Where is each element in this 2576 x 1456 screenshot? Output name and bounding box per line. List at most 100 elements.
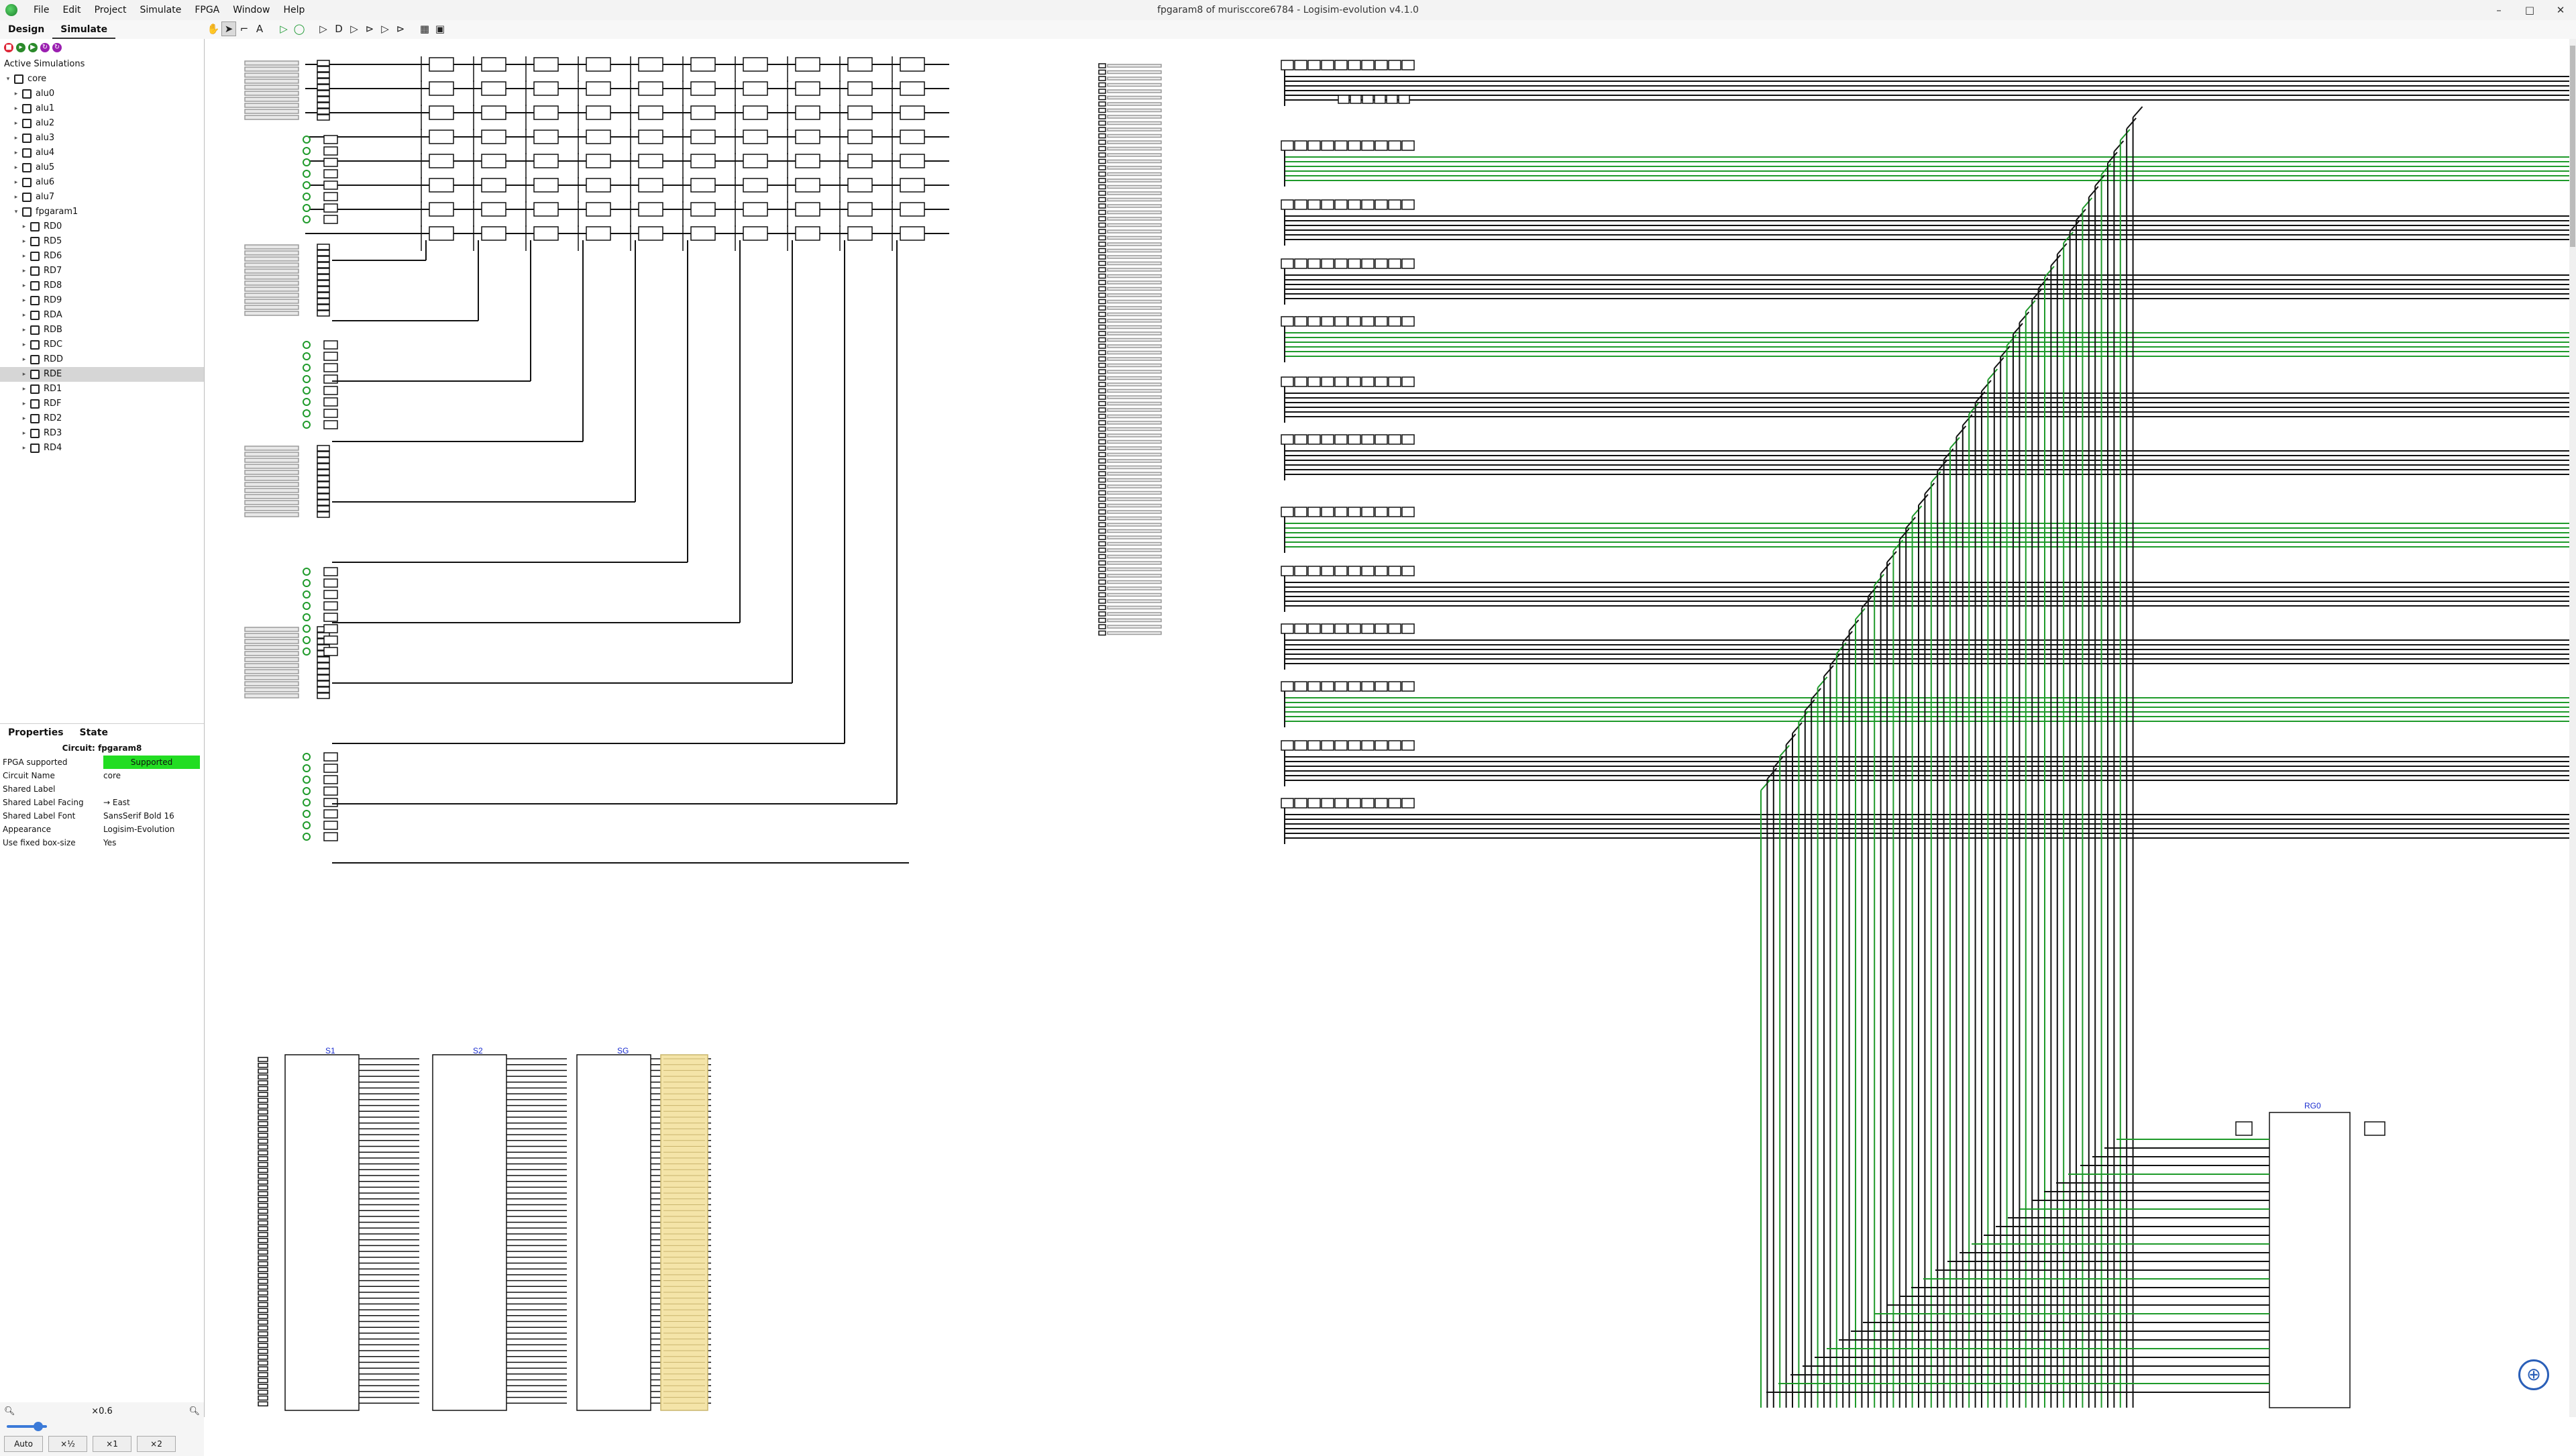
tab-state[interactable]: State: [72, 724, 116, 741]
tree-item-rd8[interactable]: ▸ RD8: [0, 278, 204, 293]
expand-right-icon[interactable]: ▸: [20, 337, 28, 352]
expand-right-icon[interactable]: ▸: [20, 293, 28, 308]
text-tool-icon[interactable]: A: [253, 22, 266, 36]
expand-right-icon[interactable]: ▸: [20, 323, 28, 337]
tree-item-rd1[interactable]: ▸ RD1: [0, 382, 204, 397]
zoom-two-button[interactable]: ×2: [137, 1436, 176, 1452]
expand-right-icon[interactable]: ▸: [12, 190, 20, 205]
tree-item-rd2[interactable]: ▸ RD2: [0, 411, 204, 426]
tree-item-rdd[interactable]: ▸ RDD: [0, 352, 204, 367]
tab-simulate[interactable]: Simulate: [52, 20, 116, 39]
minimize-button[interactable]: –: [2483, 0, 2514, 20]
tree-item-core[interactable]: ▾ core: [0, 72, 204, 87]
property-row[interactable]: Shared Label Facing → East: [0, 796, 204, 809]
expand-right-icon[interactable]: ▸: [12, 131, 20, 146]
expand-right-icon[interactable]: ▸: [12, 116, 20, 131]
expand-right-icon[interactable]: ▸: [20, 249, 28, 264]
step-simulation-icon[interactable]: ▸: [16, 43, 25, 52]
circuit-layout-icon[interactable]: ▣: [433, 22, 447, 36]
menu-project[interactable]: Project: [88, 0, 133, 20]
menu-window[interactable]: Window: [226, 0, 276, 20]
menu-file[interactable]: File: [27, 0, 56, 20]
expand-right-icon[interactable]: ▸: [20, 441, 28, 456]
property-row[interactable]: Shared Label: [0, 782, 204, 796]
menu-fpga[interactable]: FPGA: [188, 0, 226, 20]
hand-tool-icon[interactable]: ✋: [207, 22, 220, 36]
zoom-in-icon[interactable]: 🔍︎: [189, 1406, 200, 1416]
expand-right-icon[interactable]: ▸: [20, 397, 28, 411]
property-row[interactable]: Appearance Logisim-Evolution: [0, 823, 204, 836]
tree-item-rda[interactable]: ▸ RDA: [0, 308, 204, 323]
expand-down-icon[interactable]: ▾: [4, 72, 12, 87]
tree-item-alu2[interactable]: ▸ alu2: [0, 116, 204, 131]
tree-item-rdc[interactable]: ▸ RDC: [0, 337, 204, 352]
expand-right-icon[interactable]: ▸: [20, 219, 28, 234]
property-row[interactable]: Shared Label Font SansSerif Bold 16: [0, 809, 204, 823]
expand-right-icon[interactable]: ▸: [20, 308, 28, 323]
and-gate-icon[interactable]: D: [332, 22, 345, 36]
vertical-scrollbar[interactable]: [2569, 39, 2576, 1417]
property-row[interactable]: Circuit Name core: [0, 769, 204, 782]
expand-right-icon[interactable]: ▸: [12, 146, 20, 160]
tree-item-alu7[interactable]: ▸ alu7: [0, 190, 204, 205]
tree-item-rd0[interactable]: ▸ RD0: [0, 219, 204, 234]
tree-item-rdf[interactable]: ▸ RDF: [0, 397, 204, 411]
nand-gate-icon[interactable]: ▷: [378, 22, 392, 36]
property-row[interactable]: Use fixed box-size Yes: [0, 836, 204, 849]
output-pin-icon[interactable]: ◯: [292, 22, 306, 36]
tree-item-rd5[interactable]: ▸ RD5: [0, 234, 204, 249]
tree-item-alu1[interactable]: ▸ alu1: [0, 101, 204, 116]
nor-gate-icon[interactable]: ⊳: [394, 22, 407, 36]
tree-item-alu5[interactable]: ▸ alu5: [0, 160, 204, 175]
tree-item-rd6[interactable]: ▸ RD6: [0, 249, 204, 264]
circuit-canvas[interactable]: RG0 S1 S2 SG ⊕: [205, 39, 2576, 1417]
expand-right-icon[interactable]: ▸: [20, 426, 28, 441]
close-button[interactable]: ✕: [2545, 0, 2576, 20]
tab-properties[interactable]: Properties: [0, 724, 72, 741]
tree-item-rde[interactable]: ▸ RDE: [0, 367, 204, 382]
expand-right-icon[interactable]: ▸: [20, 367, 28, 382]
not-gate-icon[interactable]: ▷: [317, 22, 330, 36]
expand-down-icon[interactable]: ▾: [12, 205, 20, 219]
tree-item-alu4[interactable]: ▸ alu4: [0, 146, 204, 160]
circuit-drawing[interactable]: RG0 S1 S2 SG: [205, 39, 2576, 1417]
expand-right-icon[interactable]: ▸: [20, 382, 28, 397]
menu-simulate[interactable]: Simulate: [133, 0, 188, 20]
menu-edit[interactable]: Edit: [56, 0, 87, 20]
tree-item-rd4[interactable]: ▸ RD4: [0, 441, 204, 456]
vertical-scrollbar-thumb[interactable]: [2570, 46, 2575, 247]
zoom-half-button[interactable]: ×½: [48, 1436, 87, 1452]
xor-gate-icon[interactable]: ⊳: [363, 22, 376, 36]
tree-item-alu6[interactable]: ▸ alu6: [0, 175, 204, 190]
tick-enable-icon[interactable]: ↻: [52, 43, 62, 52]
tick-once-icon[interactable]: ↻: [40, 43, 50, 52]
select-tool-icon[interactable]: ➤: [221, 21, 236, 36]
maximize-button[interactable]: □: [2514, 0, 2545, 20]
expand-right-icon[interactable]: ▸: [12, 160, 20, 175]
run-simulation-icon[interactable]: ▶: [28, 43, 38, 52]
tab-design[interactable]: Design: [0, 20, 52, 39]
tree-item-fpgaram1[interactable]: ▾ fpgaram1: [0, 205, 204, 219]
input-pin-icon[interactable]: ▷: [277, 22, 290, 36]
expand-right-icon[interactable]: ▸: [20, 264, 28, 278]
tree-item-rd3[interactable]: ▸ RD3: [0, 426, 204, 441]
tree-item-rd9[interactable]: ▸ RD9: [0, 293, 204, 308]
zoom-one-button[interactable]: ×1: [93, 1436, 131, 1452]
expand-right-icon[interactable]: ▸: [20, 234, 28, 249]
tree-item-rd7[interactable]: ▸ RD7: [0, 264, 204, 278]
expand-right-icon[interactable]: ▸: [12, 87, 20, 101]
or-gate-icon[interactable]: ▷: [347, 22, 361, 36]
expand-right-icon[interactable]: ▸: [12, 175, 20, 190]
circuit-appearance-icon[interactable]: ▦: [418, 22, 431, 36]
expand-right-icon[interactable]: ▸: [20, 411, 28, 426]
tree-item-rdb[interactable]: ▸ RDB: [0, 323, 204, 337]
stop-simulation-icon[interactable]: ■: [4, 43, 13, 52]
expand-right-icon[interactable]: ▸: [20, 278, 28, 293]
expand-right-icon[interactable]: ▸: [12, 101, 20, 116]
zoom-auto-button[interactable]: Auto: [4, 1436, 43, 1452]
expand-right-icon[interactable]: ▸: [20, 352, 28, 367]
navigate-icon[interactable]: ⊕: [2518, 1359, 2549, 1390]
tree-item-alu0[interactable]: ▸ alu0: [0, 87, 204, 101]
wire-tool-icon[interactable]: ⌐: [237, 22, 251, 36]
zoom-slider-knob[interactable]: [34, 1422, 43, 1431]
